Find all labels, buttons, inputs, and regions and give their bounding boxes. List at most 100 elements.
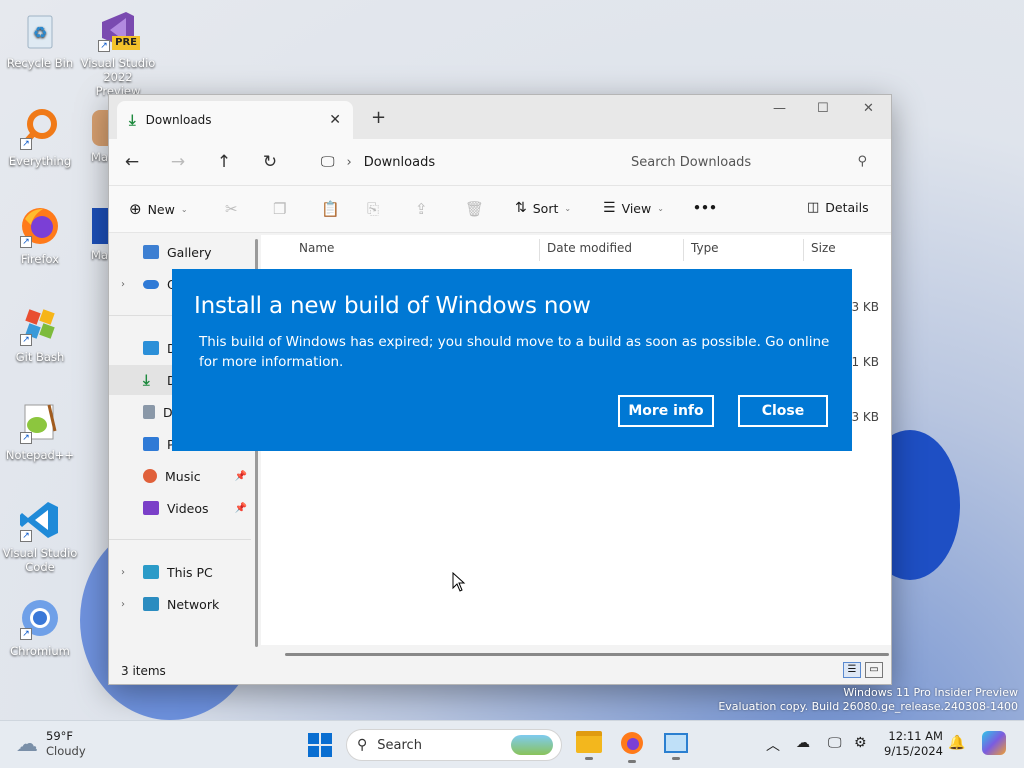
tab-downloads[interactable]: ⤓ Downloads ✕: [117, 101, 353, 139]
desktop-icon-notepad-plus[interactable]: ↗ Notepad++: [2, 400, 78, 462]
navigation-bar: ← → ↑ ↻ 🖵 › Downloads Search Downloads ⚲: [109, 139, 891, 185]
watermark-line: Evaluation copy. Build 26080.ge_release.…: [718, 700, 1018, 713]
clock-date: 9/15/2024: [884, 744, 943, 758]
details-label: Details: [825, 200, 869, 215]
desktop-icon-visual-studio[interactable]: PRE ↗ Visual Studio 2022 Preview: [80, 8, 156, 98]
windows-logo-icon: [308, 733, 332, 757]
details-view-icon[interactable]: ☰: [843, 662, 861, 678]
sort-label: Sort: [532, 200, 559, 216]
taskbar-app[interactable]: [664, 733, 688, 760]
music-icon: [143, 469, 157, 483]
desktop-icon-label: Ma: [91, 150, 108, 164]
tiles-view-icon[interactable]: ▭: [865, 662, 883, 678]
search-highlight-icon: [511, 735, 553, 755]
notification-bell-icon[interactable]: 🔔: [948, 735, 965, 751]
sidebar-item-gallery[interactable]: Gallery: [109, 237, 251, 267]
shortcut-arrow-icon: ↗: [20, 334, 32, 346]
taskbar-search[interactable]: ⚲ Search: [346, 729, 562, 761]
new-tab-button[interactable]: +: [371, 107, 386, 128]
horizontal-scrollbar[interactable]: [285, 653, 889, 656]
desktop-icon-ma-1[interactable]: Ma: [80, 106, 108, 164]
clock-time: 12:11 AM: [888, 729, 943, 743]
sort-button[interactable]: ⇅ Sort ⌄: [515, 200, 571, 216]
copilot-icon[interactable]: [982, 731, 1006, 755]
paste-icon[interactable]: 📋: [321, 200, 340, 218]
network-icon: [143, 597, 159, 611]
evaluation-watermark: Windows 11 Pro Insider Preview Evaluatio…: [718, 686, 1018, 714]
desktop-icon-recycle-bin[interactable]: ♻ Recycle Bin: [2, 8, 78, 70]
weather-widget[interactable]: ☁ 59°F Cloudy: [16, 729, 86, 759]
sidebar-item-this-pc[interactable]: › This PC: [109, 557, 251, 587]
desktop-icon-ma-2[interactable]: Ma: [80, 204, 108, 262]
desktop-icon-chromium[interactable]: ↗ Chromium: [2, 596, 78, 658]
view-toggle: ☰ ▭: [843, 662, 883, 678]
column-header-size[interactable]: Size: [811, 241, 836, 255]
taskbar-file-explorer[interactable]: [576, 731, 602, 760]
folder-icon: [576, 731, 602, 753]
desktop-icon-label: Notepad++: [5, 448, 75, 462]
search-placeholder: Search Downloads: [631, 154, 752, 170]
display-icon[interactable]: 🖵: [828, 735, 842, 751]
search-input[interactable]: Search Downloads ⚲: [619, 145, 881, 179]
gallery-icon: [143, 245, 159, 259]
clock[interactable]: 12:11 AM 9/15/2024: [884, 729, 943, 759]
title-bar: ⤓ Downloads ✕ + — ☐ ✕: [109, 95, 891, 139]
column-header-type[interactable]: Type: [691, 241, 719, 255]
window-app-icon: [664, 733, 688, 753]
file-size: 3 KB: [851, 410, 879, 424]
copy-icon[interactable]: ❐: [273, 200, 286, 218]
desktop-icon-firefox[interactable]: ↗ Firefox: [2, 204, 78, 266]
pictures-icon: [143, 437, 159, 451]
weather-temp: 59°F: [46, 729, 73, 743]
app-shortcut-icon: [80, 204, 108, 248]
delete-icon[interactable]: 🗑: [465, 200, 484, 218]
share-icon[interactable]: ⇪: [415, 200, 428, 218]
more-info-button[interactable]: More info: [618, 395, 714, 427]
address-bar[interactable]: 🖵 › Downloads: [311, 145, 607, 179]
minimize-button[interactable]: —: [773, 101, 786, 116]
desktop-icon-label: Chromium: [10, 644, 70, 658]
column-header-date-modified[interactable]: Date modified: [547, 241, 632, 255]
chevron-right-icon: ›: [121, 566, 125, 578]
this-pc-icon: [143, 565, 159, 579]
sidebar-item-music[interactable]: Music 📌: [109, 461, 251, 491]
close-window-button[interactable]: ✕: [863, 101, 874, 116]
more-options-button[interactable]: •••: [693, 200, 717, 215]
close-button[interactable]: Close: [738, 395, 828, 427]
cut-icon[interactable]: ✂: [225, 200, 238, 218]
search-icon: ⚲: [857, 154, 867, 169]
desktop-icon-git-bash[interactable]: ↗ Git Bash: [2, 302, 78, 364]
sidebar-item-videos[interactable]: Videos 📌: [109, 493, 251, 523]
refresh-button[interactable]: ↻: [247, 152, 293, 172]
network-status-icon[interactable]: ⚙: [854, 735, 867, 751]
plus-circle-icon: ⊕: [129, 200, 142, 218]
chevron-down-icon: ⌄: [180, 204, 188, 214]
onedrive-offline-icon[interactable]: ☁: [796, 735, 810, 751]
rename-icon[interactable]: ⎘: [367, 200, 379, 218]
close-tab-icon[interactable]: ✕: [329, 112, 341, 128]
desktop-icon-label: Firefox: [20, 252, 60, 266]
desktop-icon-vscode[interactable]: ↗ Visual Studio Code: [2, 498, 78, 574]
sidebar-item-network[interactable]: › Network: [109, 589, 251, 619]
start-button[interactable]: [308, 733, 332, 760]
column-header-name[interactable]: Name: [299, 241, 334, 255]
app-shortcut-icon: [80, 106, 108, 150]
maximize-button[interactable]: ☐: [817, 101, 829, 116]
desktop-icon-label: Visual Studio Code: [2, 546, 78, 574]
new-button[interactable]: ⊕ New ⌄: [129, 200, 188, 218]
forward-button[interactable]: →: [155, 152, 201, 172]
divider: [109, 539, 251, 540]
desktop-icon-everything[interactable]: ↗ Everything: [2, 106, 78, 168]
back-button[interactable]: ←: [109, 152, 155, 172]
details-button[interactable]: ◫ Details: [807, 200, 869, 215]
view-lines-icon: ☰: [603, 200, 616, 216]
dialog-title: Install a new build of Windows now: [194, 293, 591, 319]
up-button[interactable]: ↑: [201, 152, 247, 172]
show-hidden-icons-chevron[interactable]: ︿: [766, 735, 780, 755]
search-icon: ⚲: [357, 737, 368, 753]
column-divider: [539, 239, 540, 261]
view-button[interactable]: ☰ View ⌄: [603, 200, 664, 216]
taskbar-firefox[interactable]: [620, 731, 644, 763]
shortcut-arrow-icon: ↗: [20, 530, 32, 542]
desktop-folder-icon: [143, 341, 159, 355]
